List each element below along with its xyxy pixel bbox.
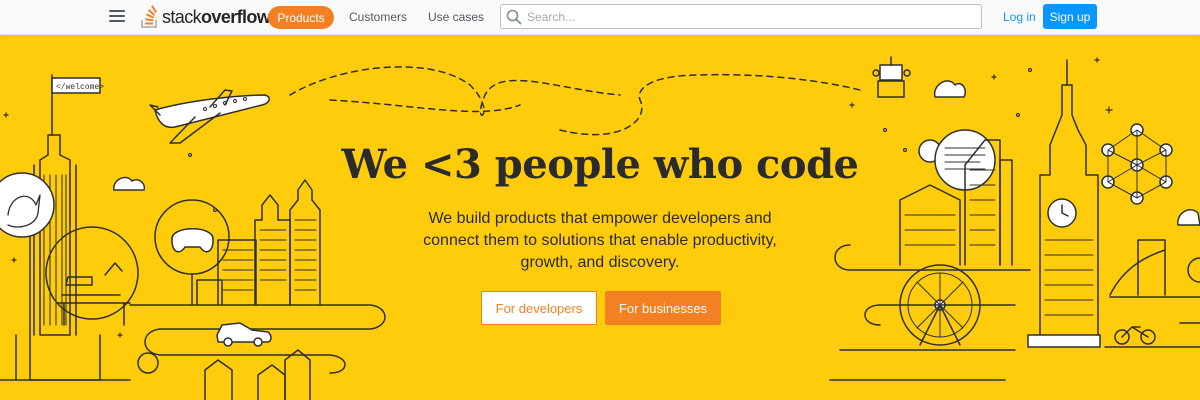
airplane-illustration: [149, 89, 270, 144]
search-input[interactable]: [527, 6, 981, 27]
nav-products-button[interactable]: Products: [268, 6, 334, 29]
stackoverflow-logo-icon: [141, 5, 157, 28]
hero-title: We <3 people who code: [341, 141, 859, 188]
nav-use-cases-link[interactable]: Use cases: [428, 10, 484, 24]
search-box: [500, 4, 982, 29]
robot-illustration: [872, 56, 911, 98]
top-navigation-bar: stackoverflow Products Customers Use cas…: [0, 0, 1200, 35]
clock-tower-illustration: [1027, 59, 1101, 348]
menu-icon[interactable]: [109, 10, 125, 24]
logo-wordmark: stackoverflow: [162, 6, 271, 27]
car-illustration: [216, 322, 272, 347]
nav-customers-link[interactable]: Customers: [349, 10, 407, 24]
login-link[interactable]: Log in: [1003, 10, 1036, 24]
hero-subtitle: We build products that empower developer…: [423, 210, 777, 271]
stackoverflow-logo[interactable]: stackoverflow: [140, 4, 271, 30]
molecule-illustration: [1101, 123, 1173, 205]
signup-button[interactable]: Sign up: [1043, 4, 1097, 29]
welcome-flag-text: </welcome>: [56, 83, 104, 92]
search-icon: [501, 5, 527, 28]
for-developers-button[interactable]: For developers: [481, 291, 597, 325]
city-skyline-left: [196, 179, 321, 306]
for-businesses-button[interactable]: For businesses: [605, 291, 721, 325]
bicycle-illustration: [1114, 326, 1156, 345]
